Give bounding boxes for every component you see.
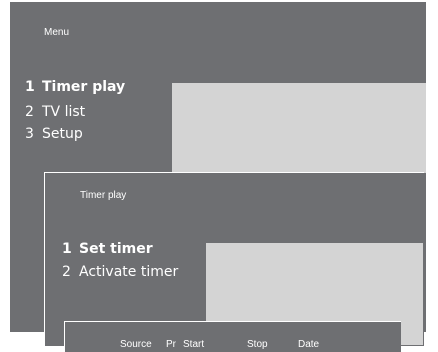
menu-item-number: 3: [25, 126, 34, 142]
menu-item-setup[interactable]: 3 Setup: [25, 126, 83, 142]
menu-item-label: TV list: [42, 104, 86, 120]
timer-menu-title: Timer play: [80, 190, 127, 201]
menu-item-label: Activate timer: [79, 264, 179, 280]
menu-item-timer-play[interactable]: 1 Timer play: [25, 79, 125, 95]
menu-item-activate-timer[interactable]: 2 Activate timer: [62, 264, 178, 280]
menu-item-number: 2: [62, 264, 71, 280]
menu-item-number: 1: [62, 241, 72, 257]
main-menu-preview-area: [172, 83, 426, 173]
menu-item-number: 2: [25, 104, 34, 120]
menu-item-label: Set timer: [79, 241, 153, 257]
menu-item-label: Timer play: [42, 79, 126, 95]
timer-table-panel: [64, 321, 401, 352]
main-menu-title: Menu: [44, 27, 70, 38]
menu-item-set-timer[interactable]: 1 Set timer: [62, 241, 153, 257]
menu-item-number: 1: [25, 79, 35, 95]
menu-item-label: Setup: [42, 126, 83, 142]
menu-item-tv-list[interactable]: 2 TV list: [25, 104, 85, 120]
